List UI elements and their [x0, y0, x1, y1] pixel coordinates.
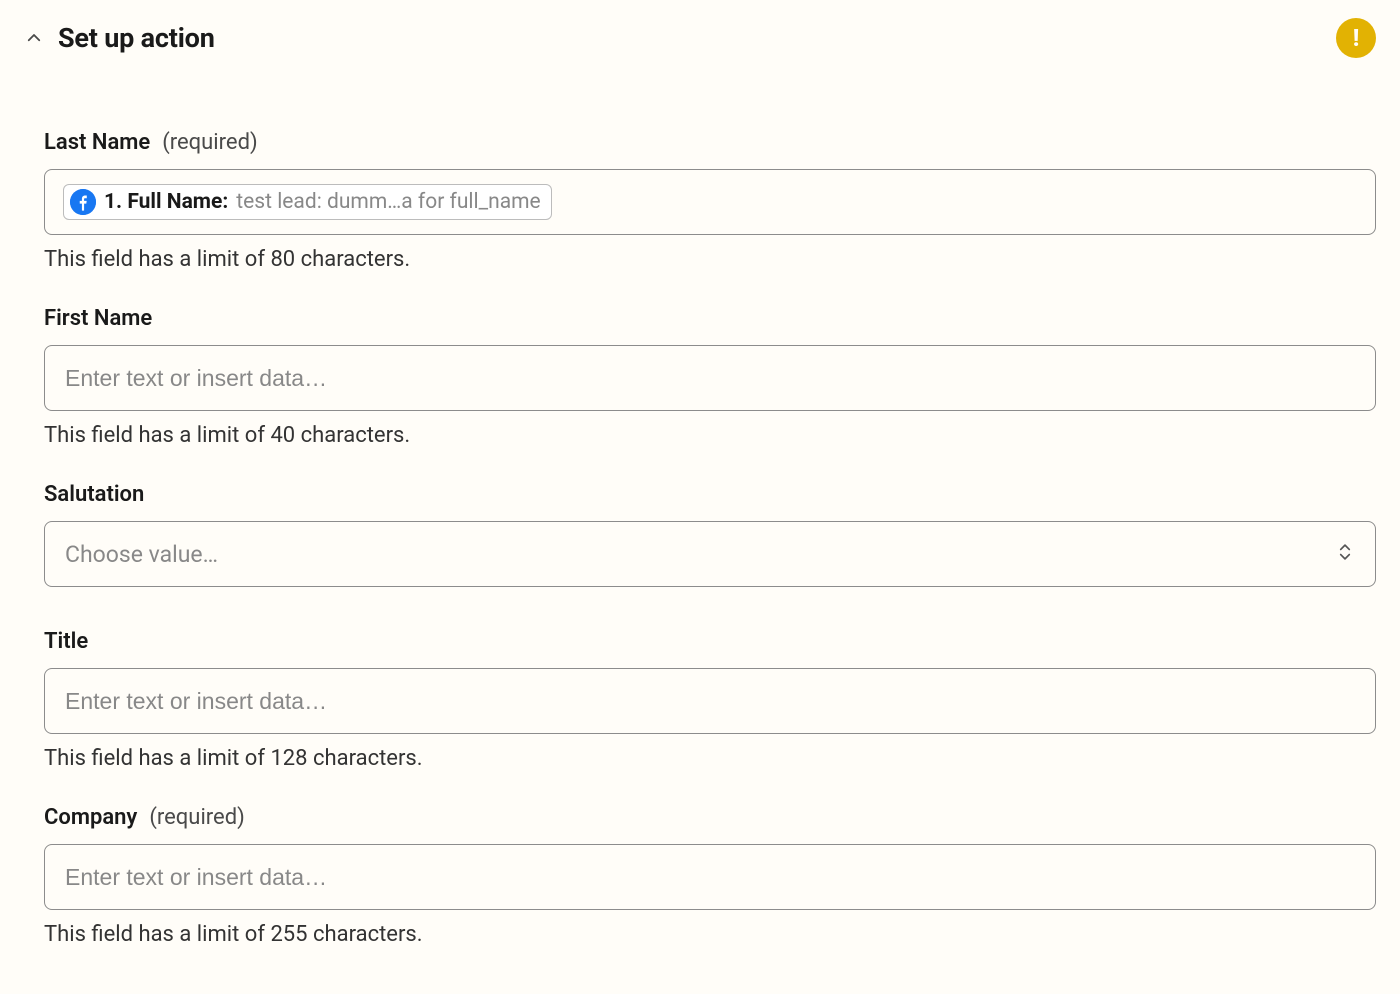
field-label: Salutation	[44, 482, 144, 507]
help-text: This field has a limit of 255 characters…	[44, 922, 1376, 947]
first-name-input[interactable]	[65, 365, 1355, 392]
form-area: Last Name (required) 1. Full Name: test …	[24, 130, 1376, 947]
field-label-row: Company (required)	[44, 805, 1376, 830]
select-placeholder: Choose value…	[65, 541, 218, 568]
field-title: Title This field has a limit of 128 char…	[44, 629, 1376, 771]
help-text: This field has a limit of 80 characters.	[44, 247, 1376, 272]
field-label: Title	[44, 629, 88, 654]
last-name-input[interactable]: 1. Full Name: test lead: dumm…a for full…	[44, 169, 1376, 235]
section-header-left: Set up action	[24, 22, 215, 54]
data-pill-full-name[interactable]: 1. Full Name: test lead: dumm…a for full…	[63, 184, 552, 220]
field-company: Company (required) This field has a limi…	[44, 805, 1376, 947]
field-label-row: Salutation	[44, 482, 1376, 507]
field-required-text: (required)	[162, 130, 257, 155]
title-input[interactable]	[65, 688, 1355, 715]
facebook-icon	[70, 189, 96, 215]
field-label: Company	[44, 805, 137, 830]
help-text: This field has a limit of 128 characters…	[44, 746, 1376, 771]
chevron-up-down-icon	[1335, 540, 1355, 568]
pill-value: test lead: dumm…a for full_name	[236, 190, 540, 214]
company-input[interactable]	[65, 864, 1355, 891]
field-label: Last Name	[44, 130, 150, 155]
pill-label: 1. Full Name:	[104, 190, 228, 214]
company-input-wrapper	[44, 844, 1376, 910]
section-header: Set up action !	[24, 18, 1376, 58]
salutation-select[interactable]: Choose value…	[44, 521, 1376, 587]
field-label-row: Title	[44, 629, 1376, 654]
chevron-up-icon[interactable]	[24, 28, 44, 48]
field-label-row: Last Name (required)	[44, 130, 1376, 155]
first-name-input-wrapper	[44, 345, 1376, 411]
warning-badge-icon[interactable]: !	[1336, 18, 1376, 58]
field-required-text: (required)	[149, 805, 244, 830]
field-label: First Name	[44, 306, 152, 331]
help-text: This field has a limit of 40 characters.	[44, 423, 1376, 448]
field-label-row: First Name	[44, 306, 1376, 331]
title-input-wrapper	[44, 668, 1376, 734]
section-title: Set up action	[58, 22, 215, 54]
field-salutation: Salutation Choose value…	[44, 482, 1376, 587]
field-last-name: Last Name (required) 1. Full Name: test …	[44, 130, 1376, 272]
field-first-name: First Name This field has a limit of 40 …	[44, 306, 1376, 448]
